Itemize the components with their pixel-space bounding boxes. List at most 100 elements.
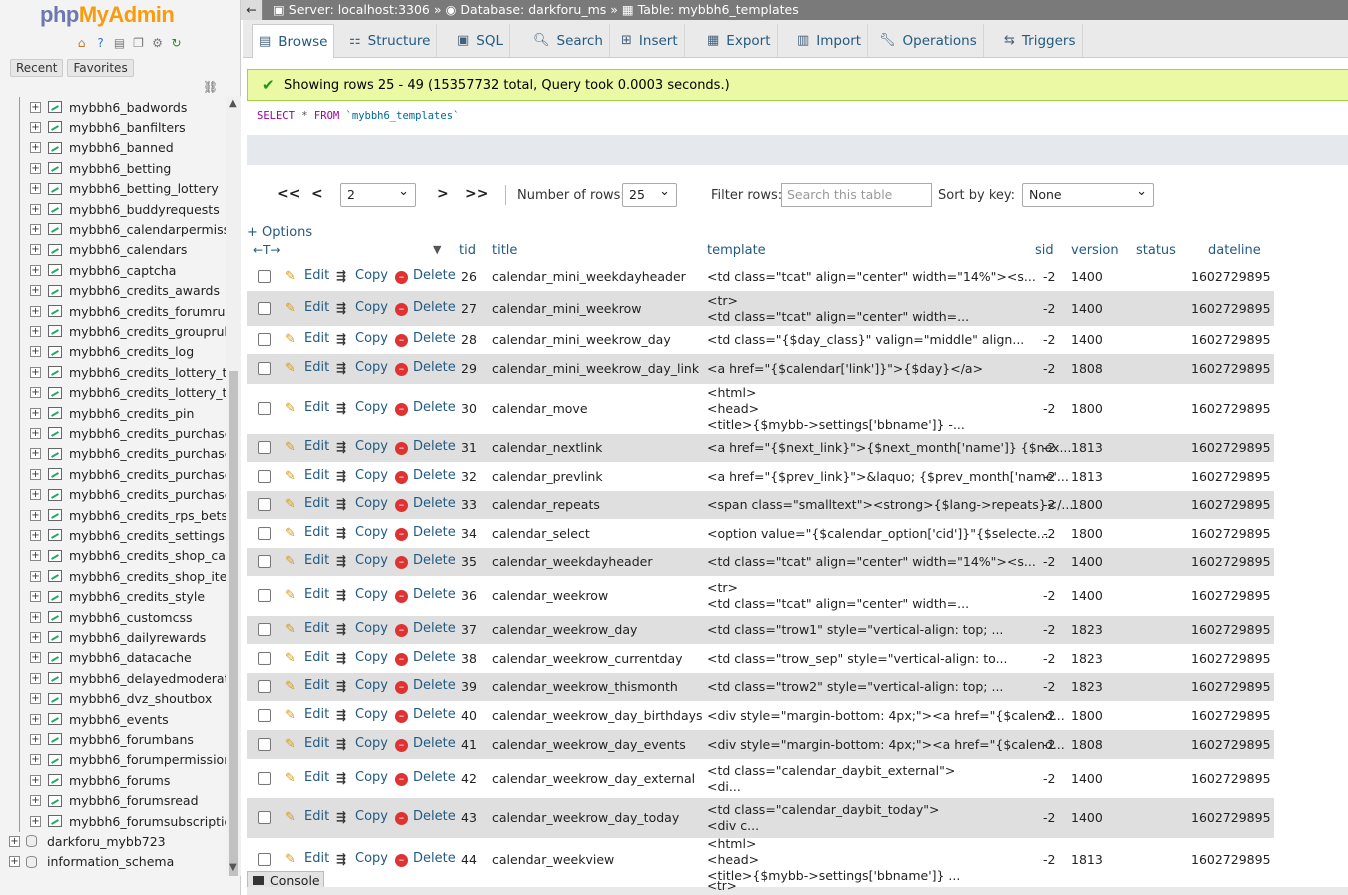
edit-link[interactable]: Edit <box>304 650 329 665</box>
cell-version[interactable]: 1800 <box>1071 526 1103 542</box>
cell-tid[interactable]: 41 <box>461 737 477 753</box>
cell-template[interactable]: <td class="calendar_daybit_external"> <d… <box>707 763 955 795</box>
cell-title[interactable]: calendar_mini_weekdayheader <box>492 269 686 285</box>
cell-tid[interactable]: 28 <box>461 332 477 348</box>
cell-dateline[interactable]: 1602729895 <box>1191 269 1271 285</box>
delete-link[interactable]: Delete <box>413 553 456 568</box>
edit-link[interactable]: Edit <box>304 851 329 866</box>
rows-select[interactable]: 25 <box>622 181 677 207</box>
row-checkbox[interactable] <box>258 623 271 636</box>
cell-template[interactable]: <td class="{$day_class}" valign="middle"… <box>707 332 1024 348</box>
row-checkbox[interactable] <box>258 852 271 866</box>
sidebar-table-item[interactable]: + mybbh6_credits_purchases <box>0 443 226 465</box>
cell-dateline[interactable]: 1602729895 <box>1191 679 1271 695</box>
cell-title[interactable]: calendar_weekrow_day_external <box>492 771 695 787</box>
copy-link[interactable]: Copy <box>355 809 388 824</box>
cell-title[interactable]: calendar_weekrow_thismonth <box>492 679 678 695</box>
row-checkbox[interactable] <box>258 441 271 454</box>
cell-dateline[interactable]: 1602729895 <box>1191 708 1271 724</box>
sidebar-database-item[interactable]: + information_schema <box>0 852 226 872</box>
col-sid[interactable]: sid <box>1035 243 1054 258</box>
cell-dateline[interactable]: 1602729895 <box>1191 771 1271 787</box>
copy-link[interactable]: Copy <box>355 736 388 751</box>
sidebar-table-item[interactable]: + mybbh6_forumbans <box>0 729 226 751</box>
sidebar-table-item[interactable]: + mybbh6_datacache <box>0 647 226 669</box>
cell-template[interactable]: <option value="{$calendar_option['cid']}… <box>707 526 1049 542</box>
cell-title[interactable]: calendar_repeats <box>492 497 600 513</box>
row-checkbox[interactable] <box>258 402 271 415</box>
cell-sid[interactable]: -2 <box>1043 852 1055 868</box>
cell-dateline[interactable]: 1602729895 <box>1191 469 1271 485</box>
delete-link[interactable]: Delete <box>413 736 456 751</box>
copy-link[interactable]: Copy <box>355 268 388 283</box>
tab-triggers[interactable]: ⇆ Triggers <box>998 24 1083 57</box>
expand-icon[interactable]: + <box>30 325 41 337</box>
scroll-down-icon[interactable]: ▼ <box>229 862 237 873</box>
expand-icon[interactable]: + <box>30 611 41 623</box>
row-checkbox[interactable] <box>258 270 271 283</box>
expand-icon[interactable]: + <box>30 387 41 399</box>
copy-link[interactable]: Copy <box>355 360 388 375</box>
expand-icon[interactable]: + <box>30 631 41 643</box>
cell-template[interactable]: <div style="margin-bottom: 4px;"><a href… <box>707 737 1065 753</box>
cell-title[interactable]: calendar_weekrow_day_events <box>492 737 686 753</box>
cell-dateline[interactable]: 1602729895 <box>1191 622 1271 638</box>
edit-link[interactable]: Edit <box>304 268 329 283</box>
edit-link[interactable]: Edit <box>304 331 329 346</box>
cell-dateline[interactable]: 1602729895 <box>1191 737 1271 753</box>
first-page-button[interactable]: << <box>277 186 300 202</box>
cell-version[interactable]: 1400 <box>1071 588 1103 604</box>
expand-icon[interactable]: + <box>30 142 41 154</box>
expand-icon[interactable]: + <box>30 162 41 174</box>
delete-link[interactable]: Delete <box>413 400 456 415</box>
edit-link[interactable]: Edit <box>304 736 329 751</box>
sidebar-table-item[interactable]: + mybbh6_badwords <box>0 97 226 118</box>
cell-version[interactable]: 1813 <box>1071 469 1103 485</box>
expand-icon[interactable]: + <box>30 366 41 378</box>
cell-version[interactable]: 1823 <box>1071 622 1103 638</box>
cell-version[interactable]: 1808 <box>1071 737 1103 753</box>
cell-version[interactable]: 1400 <box>1071 332 1103 348</box>
edit-link[interactable]: Edit <box>304 468 329 483</box>
row-checkbox[interactable] <box>258 680 271 693</box>
expand-icon[interactable]: + <box>30 550 41 562</box>
page-select[interactable]: 2 <box>340 181 416 207</box>
cell-sid[interactable]: -2 <box>1043 269 1055 285</box>
cell-sid[interactable]: -2 <box>1043 332 1055 348</box>
cell-template[interactable]: <span class="smalltext"><strong>{$lang->… <box>707 497 1073 513</box>
edit-link[interactable]: Edit <box>304 400 329 415</box>
cell-template[interactable]: <tr> <td class="tcat" align="center" wid… <box>707 293 969 325</box>
delete-link[interactable]: Delete <box>413 496 456 511</box>
cell-title[interactable]: calendar_mini_weekrow_day_link <box>492 361 699 377</box>
expand-icon[interactable]: + <box>9 835 20 847</box>
edit-link[interactable]: Edit <box>304 678 329 693</box>
sidebar-table-item[interactable]: + mybbh6_delayedmoderatio <box>0 668 226 690</box>
cell-version[interactable]: 1400 <box>1071 301 1103 317</box>
cell-template[interactable]: <tr> <td class="tcat" align="center" wid… <box>707 580 969 612</box>
cell-template[interactable]: <td class="trow_sep" style="vertical-ali… <box>707 651 1008 667</box>
filter-input[interactable]: Search this table <box>781 183 932 207</box>
copy-icon[interactable]: ❐ <box>131 36 146 51</box>
sidebar-table-item[interactable]: + mybbh6_calendars <box>0 239 226 261</box>
cell-title[interactable]: calendar_mini_weekrow_day <box>492 332 671 348</box>
breadcrumb-database[interactable]: Database: darkforu_ms <box>460 2 606 17</box>
expand-icon[interactable]: + <box>30 489 41 501</box>
cell-version[interactable]: 1800 <box>1071 708 1103 724</box>
sidebar-table-item[interactable]: + mybbh6_credits_log <box>0 341 226 363</box>
cell-dateline[interactable]: 1602729895 <box>1191 554 1271 570</box>
row-checkbox[interactable] <box>258 708 271 722</box>
row-checkbox[interactable] <box>258 589 271 602</box>
expand-icon[interactable]: + <box>30 529 41 541</box>
expand-icon[interactable]: + <box>30 591 41 603</box>
copy-link[interactable]: Copy <box>355 525 388 540</box>
expand-icon[interactable]: + <box>30 223 41 235</box>
cell-dateline[interactable]: 1602729895 <box>1191 651 1271 667</box>
cell-template[interactable]: <a href="{$prev_link}">&laquo; {$prev_mo… <box>707 469 1069 485</box>
row-checkbox[interactable] <box>258 526 271 540</box>
edit-link[interactable]: Edit <box>304 553 329 568</box>
expand-icon[interactable]: + <box>30 795 41 807</box>
edit-link[interactable]: Edit <box>304 525 329 540</box>
cell-title[interactable]: calendar_weekrow <box>492 588 608 604</box>
delete-link[interactable]: Delete <box>413 851 456 866</box>
col-version[interactable]: version <box>1071 243 1119 258</box>
